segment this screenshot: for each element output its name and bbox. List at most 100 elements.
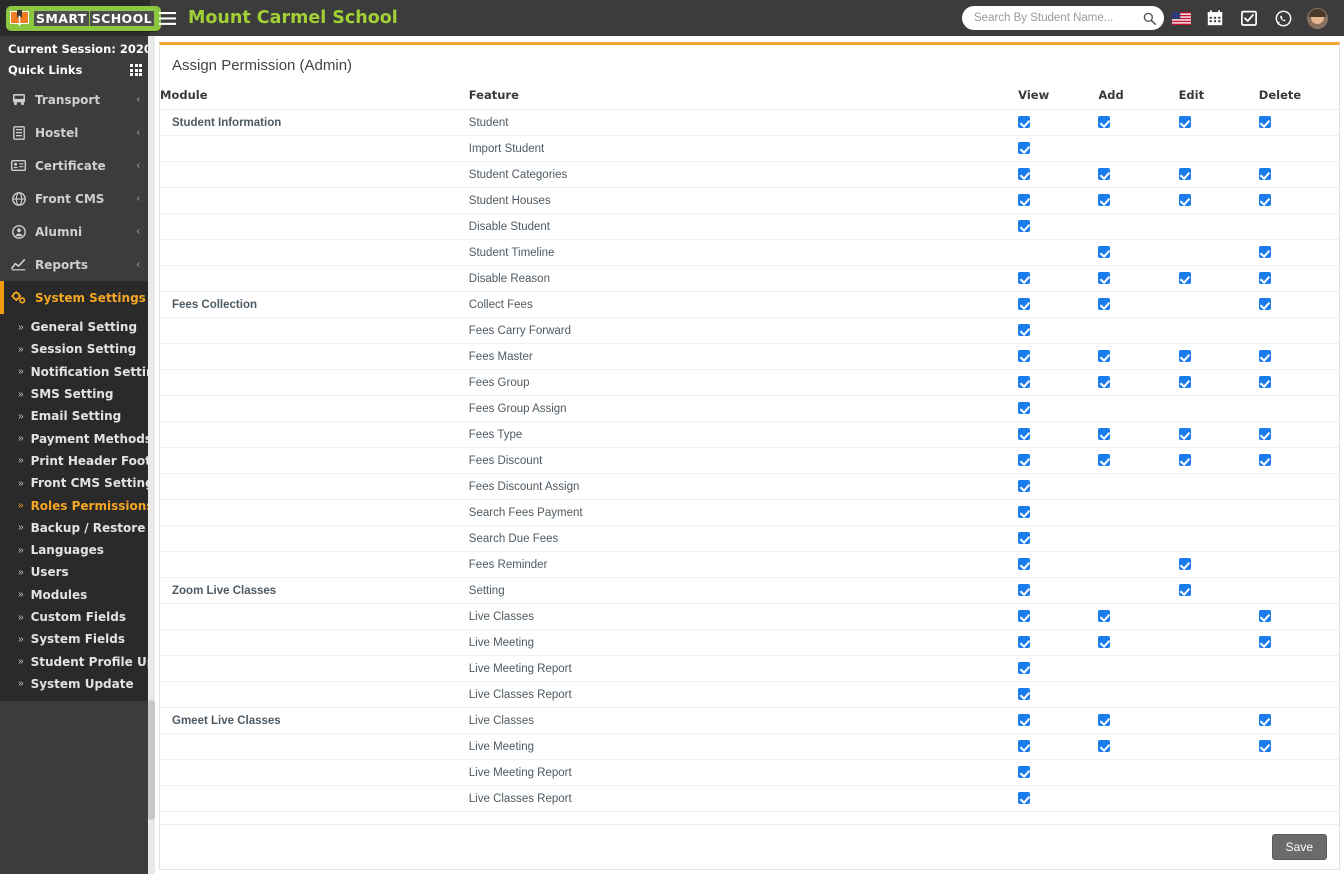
- edit-checkbox-checked[interactable]: [1179, 454, 1191, 466]
- sidebar-subitem-email-setting[interactable]: »Email Setting: [0, 405, 150, 427]
- add-checkbox-checked[interactable]: [1098, 610, 1110, 622]
- sidebar-subitem-front-cms-setting[interactable]: »Front CMS Setting: [0, 472, 150, 494]
- delete-checkbox-checked[interactable]: [1259, 272, 1271, 284]
- view-checkbox-checked[interactable]: [1018, 740, 1030, 752]
- sidebar-subitem-notification-setting[interactable]: »Notification Setting: [0, 361, 150, 383]
- view-checkbox-checked[interactable]: [1018, 714, 1030, 726]
- sidebar-item-transport[interactable]: Transport ‹: [0, 83, 150, 116]
- delete-checkbox-checked[interactable]: [1259, 194, 1271, 206]
- delete-checkbox-checked[interactable]: [1259, 246, 1271, 258]
- delete-checkbox-checked[interactable]: [1259, 168, 1271, 180]
- view-checkbox-checked[interactable]: [1018, 636, 1030, 648]
- view-checkbox-checked[interactable]: [1018, 220, 1030, 232]
- sidebar-subitem-payment-methods[interactable]: »Payment Methods: [0, 427, 150, 449]
- sidebar-subitem-custom-fields[interactable]: »Custom Fields: [0, 606, 150, 628]
- view-checkbox-checked[interactable]: [1018, 688, 1030, 700]
- sidebar-scrollbar-thumb[interactable]: [148, 700, 155, 820]
- sidebar-subitem-sms-setting[interactable]: »SMS Setting: [0, 383, 150, 405]
- delete-checkbox-checked[interactable]: [1259, 714, 1271, 726]
- view-checkbox-checked[interactable]: [1018, 116, 1030, 128]
- view-checkbox-checked[interactable]: [1018, 792, 1030, 804]
- sidebar-subitem-system-fields[interactable]: »System Fields: [0, 628, 150, 650]
- sidebar-item-hostel[interactable]: Hostel ‹: [0, 116, 150, 149]
- flag-icon[interactable]: [1164, 0, 1198, 36]
- view-checkbox-checked[interactable]: [1018, 506, 1030, 518]
- sidebar-subitem-system-update[interactable]: »System Update: [0, 673, 150, 695]
- edit-checkbox-checked[interactable]: [1179, 558, 1191, 570]
- add-checkbox-checked[interactable]: [1098, 194, 1110, 206]
- sidebar-subitem-backup-restore[interactable]: »Backup / Restore: [0, 517, 150, 539]
- view-checkbox-checked[interactable]: [1018, 376, 1030, 388]
- edit-checkbox-checked[interactable]: [1179, 428, 1191, 440]
- sidebar-subitem-roles-permissions[interactable]: »Roles Permissions: [0, 494, 150, 516]
- view-checkbox-checked[interactable]: [1018, 558, 1030, 570]
- view-checkbox-checked[interactable]: [1018, 662, 1030, 674]
- sidebar-item-front-cms[interactable]: Front CMS ‹: [0, 182, 150, 215]
- add-checkbox-checked[interactable]: [1098, 714, 1110, 726]
- delete-checkbox-checked[interactable]: [1259, 376, 1271, 388]
- add-checkbox-checked[interactable]: [1098, 740, 1110, 752]
- view-checkbox-checked[interactable]: [1018, 428, 1030, 440]
- view-checkbox-checked[interactable]: [1018, 324, 1030, 336]
- delete-checkbox-checked[interactable]: [1259, 116, 1271, 128]
- whatsapp-icon[interactable]: [1266, 0, 1300, 36]
- edit-checkbox-checked[interactable]: [1179, 350, 1191, 362]
- add-checkbox-checked[interactable]: [1098, 350, 1110, 362]
- calendar-icon[interactable]: [1198, 0, 1232, 36]
- delete-checkbox-checked[interactable]: [1259, 740, 1271, 752]
- sidebar-item-alumni[interactable]: Alumni ‹: [0, 215, 150, 248]
- checkbox-task-icon[interactable]: [1232, 0, 1266, 36]
- edit-checkbox-checked[interactable]: [1179, 116, 1191, 128]
- add-checkbox-checked[interactable]: [1098, 298, 1110, 310]
- search-input[interactable]: [974, 12, 1141, 24]
- sidebar-subitem-modules[interactable]: »Modules: [0, 584, 150, 606]
- sidebar-item-reports[interactable]: Reports ‹: [0, 248, 150, 281]
- add-checkbox-checked[interactable]: [1098, 428, 1110, 440]
- delete-checkbox-checked[interactable]: [1259, 610, 1271, 622]
- view-checkbox-checked[interactable]: [1018, 272, 1030, 284]
- view-checkbox-checked[interactable]: [1018, 350, 1030, 362]
- view-checkbox-checked[interactable]: [1018, 532, 1030, 544]
- avatar[interactable]: [1300, 0, 1334, 36]
- sidebar-subitem-session-setting[interactable]: »Session Setting: [0, 338, 150, 360]
- add-checkbox-checked[interactable]: [1098, 454, 1110, 466]
- delete-checkbox-checked[interactable]: [1259, 454, 1271, 466]
- sidebar-item-system-settings[interactable]: System Settings ⌄: [0, 281, 150, 314]
- sidebar-toggle-button[interactable]: [150, 0, 184, 36]
- search-icon[interactable]: [1143, 12, 1156, 25]
- view-checkbox-checked[interactable]: [1018, 168, 1030, 180]
- view-checkbox-checked[interactable]: [1018, 194, 1030, 206]
- delete-checkbox-checked[interactable]: [1259, 350, 1271, 362]
- view-checkbox-checked[interactable]: [1018, 480, 1030, 492]
- view-checkbox-checked[interactable]: [1018, 402, 1030, 414]
- add-checkbox-checked[interactable]: [1098, 272, 1110, 284]
- delete-checkbox-checked[interactable]: [1259, 636, 1271, 648]
- view-checkbox-checked[interactable]: [1018, 766, 1030, 778]
- add-checkbox-checked[interactable]: [1098, 246, 1110, 258]
- view-checkbox-checked[interactable]: [1018, 584, 1030, 596]
- add-checkbox-checked[interactable]: [1098, 116, 1110, 128]
- search-box[interactable]: [962, 6, 1164, 30]
- view-checkbox-checked[interactable]: [1018, 298, 1030, 310]
- edit-checkbox-checked[interactable]: [1179, 584, 1191, 596]
- sidebar-subitem-general-setting[interactable]: »General Setting: [0, 316, 150, 338]
- edit-checkbox-checked[interactable]: [1179, 272, 1191, 284]
- sidebar-subitem-student-profile-update[interactable]: »Student Profile Update: [0, 650, 150, 672]
- add-checkbox-checked[interactable]: [1098, 168, 1110, 180]
- add-checkbox-checked[interactable]: [1098, 376, 1110, 388]
- save-button[interactable]: Save: [1272, 834, 1327, 860]
- add-checkbox-checked[interactable]: [1098, 636, 1110, 648]
- sidebar-subitem-languages[interactable]: »Languages: [0, 539, 150, 561]
- delete-checkbox-checked[interactable]: [1259, 298, 1271, 310]
- view-checkbox-checked[interactable]: [1018, 610, 1030, 622]
- edit-checkbox-checked[interactable]: [1179, 168, 1191, 180]
- view-checkbox-checked[interactable]: [1018, 142, 1030, 154]
- quick-links-toggle[interactable]: Quick Links: [0, 58, 150, 83]
- app-logo[interactable]: SMARTSCHOOL: [0, 0, 150, 36]
- sidebar-subitem-users[interactable]: »Users: [0, 561, 150, 583]
- edit-checkbox-checked[interactable]: [1179, 194, 1191, 206]
- delete-checkbox-checked[interactable]: [1259, 428, 1271, 440]
- edit-checkbox-checked[interactable]: [1179, 376, 1191, 388]
- view-checkbox-checked[interactable]: [1018, 454, 1030, 466]
- sidebar-item-certificate[interactable]: Certificate ‹: [0, 149, 150, 182]
